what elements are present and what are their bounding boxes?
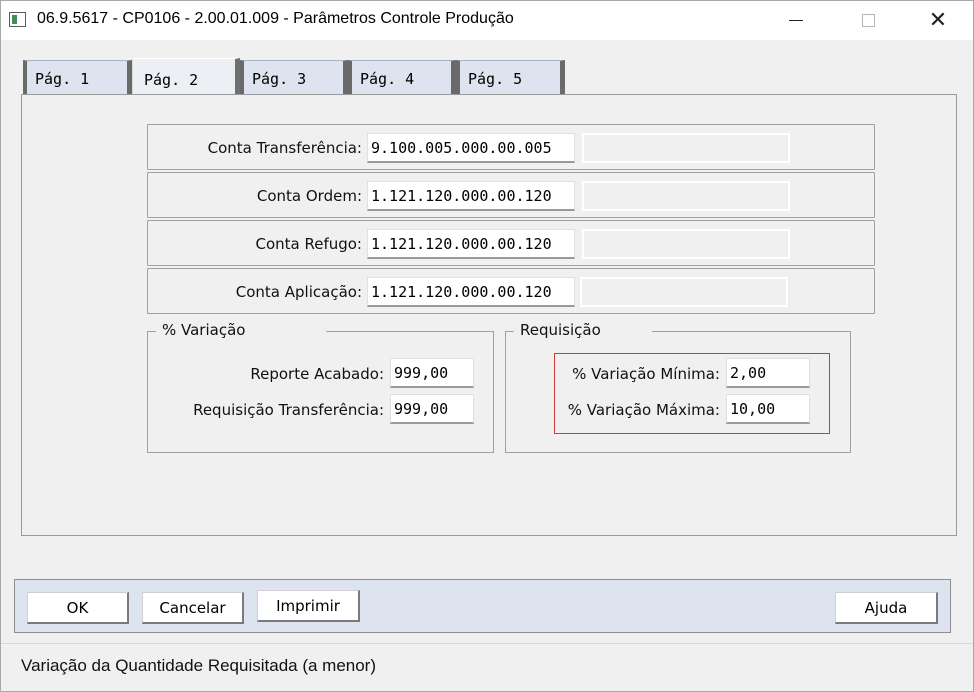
conta-refugo-description [582, 229, 790, 259]
variacao-minima-input[interactable]: 2,00 [726, 358, 810, 388]
tab-pag-5[interactable]: Pág. 5 [456, 60, 565, 97]
conta-aplicacao-input[interactable]: 1.121.120.000.00.120 [367, 277, 575, 307]
app-icon [9, 12, 26, 27]
tab-label: Pág. 5 [468, 70, 523, 88]
account-row-refugo: Conta Refugo: 1.121.120.000.00.120 [147, 220, 875, 266]
minimize-button[interactable] [773, 1, 819, 40]
group-border [148, 331, 156, 332]
minimize-icon [789, 20, 803, 21]
reporte-acabado-label: Reporte Acabado: [250, 365, 384, 383]
tab-pag-1[interactable]: Pág. 1 [23, 60, 132, 97]
tab-pag-4[interactable]: Pág. 4 [348, 60, 456, 97]
conta-transferencia-description [582, 133, 790, 163]
cancel-button[interactable]: Cancelar [142, 592, 244, 624]
help-button[interactable]: Ajuda [835, 592, 938, 624]
group-border [506, 331, 514, 332]
conta-refugo-input[interactable]: 1.121.120.000.00.120 [367, 229, 575, 259]
status-bar: Variação da Quantidade Requisitada (a me… [1, 643, 973, 691]
ok-button[interactable]: OK [27, 592, 129, 624]
window-title: 06.9.5617 - CP0106 - 2.00.01.009 - Parâm… [37, 10, 514, 27]
conta-aplicacao-description [580, 277, 788, 307]
conta-ordem-description [582, 181, 790, 211]
status-text: Variação da Quantidade Requisitada (a me… [21, 656, 377, 675]
account-row-ordem: Conta Ordem: 1.121.120.000.00.120 [147, 172, 875, 218]
requisicao-group-title: Requisição [516, 321, 605, 339]
dialog-window: 06.9.5617 - CP0106 - 2.00.01.009 - Parâm… [0, 0, 974, 692]
variacao-maxima-input[interactable]: 10,00 [726, 394, 810, 424]
variacao-group: % Variação [147, 321, 494, 453]
variacao-group-title: % Variação [158, 321, 250, 339]
reporte-acabado-input[interactable]: 999,00 [390, 358, 474, 388]
close-button[interactable]: ✕ [915, 1, 961, 40]
requisicao-transferencia-label: Requisição Transferência: [193, 401, 384, 419]
conta-refugo-label: Conta Refugo: [255, 235, 362, 253]
print-button[interactable]: Imprimir [257, 590, 360, 622]
tab-label: Pág. 4 [360, 70, 415, 88]
maximize-button[interactable] [845, 1, 891, 40]
group-border [652, 331, 851, 332]
title-bar[interactable]: 06.9.5617 - CP0106 - 2.00.01.009 - Parâm… [1, 1, 973, 40]
account-row-aplicacao: Conta Aplicação: 1.121.120.000.00.120 [147, 268, 875, 314]
variacao-minima-label: % Variação Mínima: [572, 365, 720, 383]
account-row-transferencia: Conta Transferência: 9.100.005.000.00.00… [147, 124, 875, 170]
conta-transferencia-input[interactable]: 9.100.005.000.00.005 [367, 133, 575, 163]
tab-label: Pág. 3 [252, 70, 307, 88]
group-border [326, 331, 494, 332]
tab-pag-3[interactable]: Pág. 3 [240, 60, 348, 97]
tab-pag-2[interactable]: Pág. 2 [132, 58, 240, 99]
conta-aplicacao-label: Conta Aplicação: [235, 283, 362, 301]
conta-ordem-input[interactable]: 1.121.120.000.00.120 [367, 181, 575, 211]
maximize-icon [861, 14, 875, 27]
close-icon: ✕ [928, 7, 948, 33]
conta-transferencia-label: Conta Transferência: [207, 139, 362, 157]
requisicao-transferencia-input[interactable]: 999,00 [390, 394, 474, 424]
tab-label: Pág. 1 [35, 70, 90, 88]
variacao-maxima-label: % Variação Máxima: [567, 401, 720, 419]
conta-ordem-label: Conta Ordem: [256, 187, 362, 205]
tab-label: Pág. 2 [144, 71, 199, 89]
